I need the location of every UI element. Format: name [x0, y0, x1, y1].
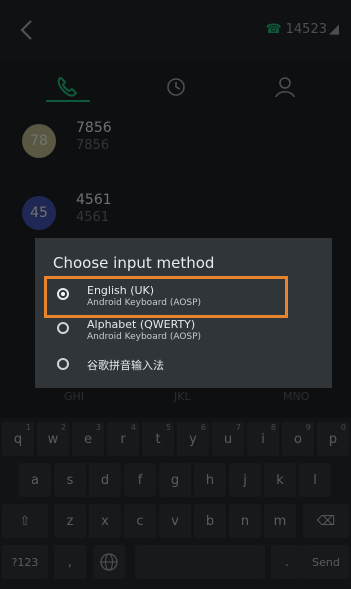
dialog-title: Choose input method	[53, 254, 215, 272]
radio-icon[interactable]	[57, 322, 69, 334]
option-label: Alphabet (QWERTY)	[87, 318, 196, 331]
option-google-pinyin[interactable]: 谷歌拼音输入法	[35, 352, 332, 386]
radio-icon[interactable]	[57, 358, 69, 370]
option-alphabet-qwerty[interactable]: Alphabet (QWERTY) Android Keyboard (AOSP…	[35, 314, 332, 348]
option-label: 谷歌拼音输入法	[87, 359, 164, 372]
option-sublabel: Android Keyboard (AOSP)	[87, 332, 202, 342]
selection-highlight-box	[44, 276, 288, 318]
